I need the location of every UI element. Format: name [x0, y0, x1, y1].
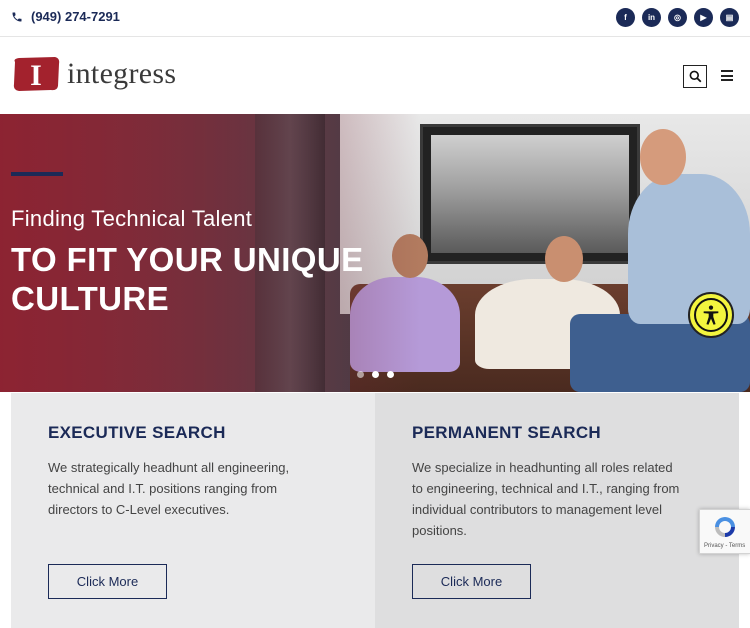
- hero-slider: Finding Technical Talent TO FIT YOUR UNI…: [0, 114, 750, 392]
- accessibility-icon: [694, 298, 728, 332]
- person-3: [628, 174, 750, 324]
- person-3-head: [640, 129, 686, 185]
- hero-subtitle: Finding Technical Talent: [11, 206, 253, 231]
- recaptcha-badge[interactable]: Privacy - Terms: [699, 509, 750, 554]
- phone-number: (949) 274-7291: [31, 9, 120, 24]
- slider-dot-2[interactable]: [372, 371, 379, 378]
- logo-text: integress: [67, 57, 177, 90]
- top-bar: (949) 274-7291 f in ◎ ▶ ▤: [0, 0, 750, 37]
- permanent-click-more-button[interactable]: Click More: [412, 564, 531, 599]
- accessibility-button[interactable]: [688, 292, 734, 338]
- card-title: PERMANENT SEARCH: [412, 423, 601, 442]
- slider-dot-3[interactable]: [387, 371, 394, 378]
- slider-dots: [357, 371, 394, 378]
- hero-title: TO FIT YOUR UNIQUE CULTURE: [11, 241, 364, 317]
- search-icon: [689, 70, 701, 83]
- phone-link[interactable]: (949) 274-7291: [11, 9, 120, 24]
- search-button[interactable]: [683, 65, 707, 88]
- card-title: EXECUTIVE SEARCH: [48, 423, 226, 442]
- phone-icon: [12, 12, 22, 21]
- instagram-icon[interactable]: ◎: [668, 8, 687, 27]
- person-2-head: [545, 236, 583, 282]
- executive-click-more-button[interactable]: Click More: [48, 564, 167, 599]
- linkedin-icon[interactable]: in: [642, 8, 661, 27]
- hamburger-menu-icon[interactable]: [721, 70, 733, 82]
- permanent-search-card: PERMANENT SEARCH We specialize in headhu…: [375, 393, 739, 628]
- recaptcha-terms[interactable]: Privacy - Terms: [704, 543, 745, 549]
- executive-search-card: EXECUTIVE SEARCH We strategically headhu…: [11, 393, 375, 628]
- blog-icon[interactable]: ▤: [720, 8, 739, 27]
- slider-dot-1[interactable]: [357, 371, 364, 378]
- hero-accent-rule: [11, 172, 63, 176]
- logo-letter: I: [30, 59, 42, 92]
- card-body: We strategically headhunt all engineerin…: [48, 460, 290, 517]
- logo-mark-icon: I: [13, 57, 60, 92]
- social-links: f in ◎ ▶ ▤: [616, 8, 739, 27]
- card-body: We specialize in headhunting all roles r…: [412, 460, 680, 538]
- site-header: I integress: [0, 38, 750, 114]
- recaptcha-icon: [715, 517, 735, 537]
- facebook-icon[interactable]: f: [616, 8, 635, 27]
- logo[interactable]: I integress: [11, 56, 176, 92]
- city-photo-frame: [420, 124, 640, 264]
- youtube-icon[interactable]: ▶: [694, 8, 713, 27]
